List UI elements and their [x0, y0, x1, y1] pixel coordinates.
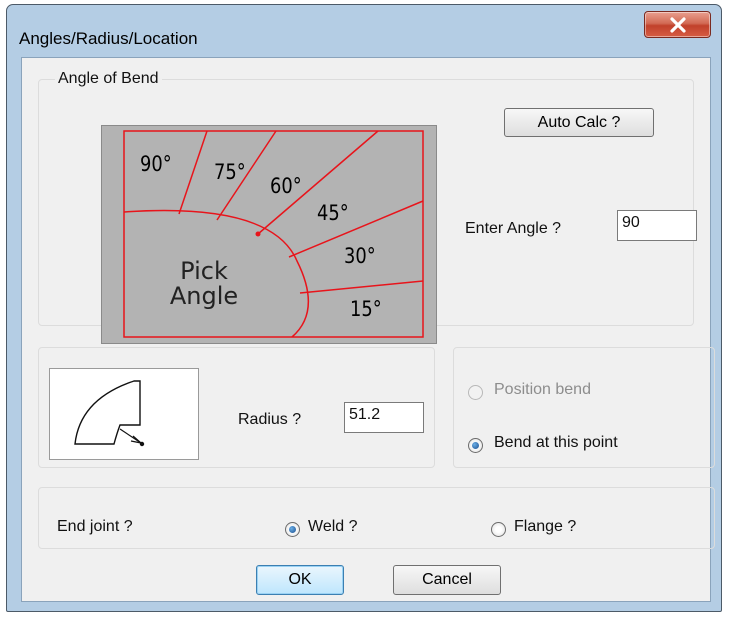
angle-of-bend-group-label: Angle of Bend: [55, 70, 162, 88]
angle-option-30[interactable]: 30°: [344, 246, 376, 267]
angle-option-60[interactable]: 60°: [270, 176, 302, 197]
title-bar[interactable]: Angles/Radius/Location: [7, 5, 721, 48]
ok-button[interactable]: OK: [256, 565, 344, 595]
pick-angle-line1: Pick: [180, 257, 228, 285]
angle-of-bend-group: Angle of Bend 90° 75° 60° 45° 30° 15° Pi…: [38, 70, 697, 344]
bend-at-point-radio[interactable]: [468, 438, 483, 453]
dialog-window: Angles/Radius/Location Angle of Bend 90°…: [6, 4, 722, 612]
enter-angle-input[interactable]: 90: [617, 210, 697, 241]
close-icon: [670, 17, 686, 33]
bend-at-point-label: Bend at this point: [494, 434, 618, 451]
angle-option-75[interactable]: 75°: [214, 162, 246, 183]
pick-angle-label: Pick Angle: [154, 259, 254, 309]
angle-option-15[interactable]: 15°: [350, 299, 382, 320]
weld-radio[interactable]: [285, 522, 300, 537]
angle-picker[interactable]: 90° 75° 60° 45° 30° 15° Pick Angle: [101, 125, 437, 344]
close-button[interactable]: [644, 11, 711, 38]
bend-preview: [49, 368, 199, 460]
radius-label: Radius ?: [238, 411, 302, 428]
radius-input[interactable]: 51.2: [344, 402, 424, 433]
pick-angle-line2: Angle: [169, 282, 239, 310]
position-bend-label: Position bend: [494, 381, 591, 398]
enter-angle-label: Enter Angle ?: [465, 220, 562, 237]
flange-radio[interactable]: [491, 522, 506, 537]
window-title: Angles/Radius/Location: [19, 29, 198, 48]
auto-calc-button[interactable]: Auto Calc ?: [504, 108, 654, 137]
angle-option-90[interactable]: 90°: [140, 154, 172, 175]
weld-label: Weld ?: [308, 518, 358, 535]
angle-option-45[interactable]: 45°: [317, 203, 349, 224]
end-joint-label: End joint ?: [57, 518, 133, 535]
pipe-bend-icon: [74, 380, 145, 447]
flange-label: Flange ?: [514, 518, 577, 535]
position-bend-radio[interactable]: [468, 385, 483, 400]
bend-location-group: Position bend Bend at this point: [453, 347, 715, 468]
dialog-client-area: Angle of Bend 90° 75° 60° 45° 30° 15° Pi…: [21, 57, 715, 602]
radius-group: Radius ? 51.2: [38, 347, 435, 468]
end-joint-group: End joint ? Weld ? Flange ?: [38, 487, 715, 549]
cancel-button[interactable]: Cancel: [393, 565, 501, 595]
